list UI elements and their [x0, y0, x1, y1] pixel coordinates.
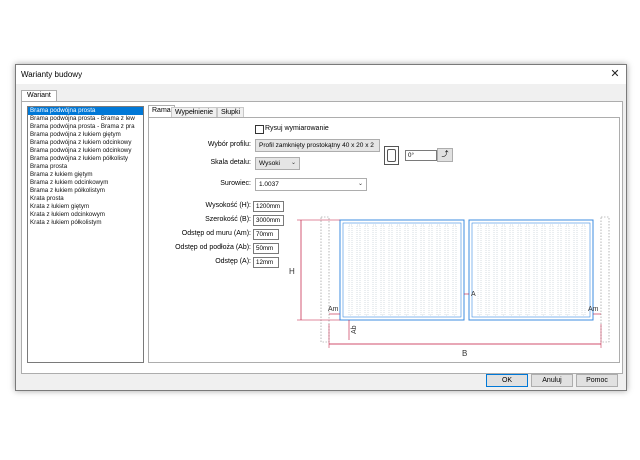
- gate-bar: [477, 224, 482, 316]
- gate-bar: [573, 224, 578, 316]
- list-item[interactable]: Brama podwójna prosta: [28, 107, 143, 115]
- gate-bar: [501, 224, 506, 316]
- gate-bar: [364, 224, 369, 316]
- gate-bar: [412, 224, 417, 316]
- height-dimension-label: H: [289, 267, 295, 276]
- height-input[interactable]: 1200mm: [253, 201, 284, 212]
- cancel-button[interactable]: Anuluj: [531, 374, 573, 387]
- gate-bar: [396, 224, 401, 316]
- width-dimension-label: B: [462, 349, 467, 358]
- profile-shape-icon: [384, 146, 399, 165]
- draw-dimensions-label: Rysuj wymiarowanie: [265, 125, 329, 132]
- chevron-down-icon: ⌄: [357, 181, 363, 187]
- left-gate-inner-frame: [342, 222, 462, 318]
- gate-bar: [485, 224, 490, 316]
- list-item[interactable]: Brama z łukiem giętym: [28, 171, 143, 179]
- variant-panel: Brama podwójna prosta Brama podwójna pros…: [21, 101, 623, 374]
- gate-bar: [509, 224, 514, 316]
- list-item[interactable]: Brama z łukiem odcinkowym: [28, 179, 143, 187]
- title-bar: Warianty budowy ✕: [16, 65, 626, 84]
- wall-gap-input[interactable]: 70mm: [253, 229, 279, 240]
- list-item[interactable]: Krata prosta: [28, 195, 143, 203]
- list-item[interactable]: Krata z łukiem odcinkowym: [28, 211, 143, 219]
- material-select[interactable]: 1.0037 ⌄: [255, 178, 367, 191]
- gate-bar: [541, 224, 546, 316]
- left-gate-leaf: [339, 219, 465, 321]
- gate-bar: [420, 224, 425, 316]
- gate-bar: [533, 224, 538, 316]
- list-item[interactable]: Brama podwójna z łukiem odcinkowy: [28, 147, 143, 155]
- angle-input[interactable]: 0°: [405, 150, 437, 161]
- gate-diagram: H B Am Am A Ab: [289, 216, 610, 358]
- gate-bar: [372, 224, 377, 316]
- right-gate-inner-frame: [471, 222, 591, 318]
- ok-button[interactable]: OK: [486, 374, 528, 387]
- gate-bar: [517, 224, 522, 316]
- material-label: Surowiec:: [220, 180, 251, 187]
- dialog-window: Warianty budowy ✕ Wariant Brama podwójna…: [15, 64, 627, 391]
- list-item[interactable]: Krata z łukiem giętym: [28, 203, 143, 211]
- gate-bar: [444, 224, 449, 316]
- gate-bar: [549, 224, 554, 316]
- gate-bar: [565, 224, 570, 316]
- profile-label: Wybór profilu:: [207, 141, 251, 148]
- height-label: Wysokość (H):: [205, 202, 251, 209]
- list-item[interactable]: Brama podwójna z łukiem giętym: [28, 131, 143, 139]
- gap-input[interactable]: 12mm: [253, 257, 279, 268]
- gap-label: Odstęp (A):: [215, 258, 251, 265]
- draw-dimensions-checkbox[interactable]: [255, 125, 264, 134]
- rotate-icon: ⤴: [441, 151, 449, 158]
- left-gate-bars: [348, 224, 457, 316]
- right-gate-leaf: [468, 219, 594, 321]
- profile-select[interactable]: Profil zamknięty prostokątny 40 x 20 x 2: [255, 139, 380, 152]
- rotate-button[interactable]: ⤴: [437, 148, 453, 162]
- detail-label: Skala detalu:: [210, 159, 251, 166]
- tab-wariant[interactable]: Wariant: [21, 90, 57, 101]
- list-item[interactable]: Brama prosta: [28, 163, 143, 171]
- gate-bar: [380, 224, 385, 316]
- gate-bar: [436, 224, 441, 316]
- list-item[interactable]: Brama podwójna prosta - Brama z lew: [28, 115, 143, 123]
- floor-gap-label: Odstęp od podłoża (Ab):: [175, 244, 251, 251]
- right-gate-bars: [477, 224, 586, 316]
- list-item[interactable]: Krata z łukiem półkolistym: [28, 219, 143, 227]
- gate-bar: [428, 224, 433, 316]
- material-value: 1.0037: [259, 181, 279, 188]
- wall-gap-right-label: Am: [588, 306, 599, 313]
- close-icon[interactable]: ✕: [609, 68, 621, 80]
- chevron-down-icon: ⌄: [290, 160, 296, 166]
- gate-bar: [404, 224, 409, 316]
- rama-panel: Rysuj wymiarowanie Wybór profilu: Profil…: [148, 117, 620, 363]
- floor-gap-dimension-label: Ab: [351, 325, 358, 334]
- left-post: [320, 216, 330, 343]
- list-item[interactable]: Brama z łukiem półkolistym: [28, 187, 143, 195]
- list-item[interactable]: Brama podwójna prosta - Brama z pra: [28, 123, 143, 131]
- detail-value: Wysoki: [259, 160, 280, 167]
- right-post: [600, 216, 610, 343]
- wall-gap-label: Odstęp od muru (Am):: [181, 230, 251, 237]
- width-label: Szerokość (B):: [205, 216, 251, 223]
- floor-gap-input[interactable]: 50mm: [253, 243, 279, 254]
- wall-gap-left-label: Am: [328, 306, 339, 313]
- gate-bar: [388, 224, 393, 316]
- gate-bar: [356, 224, 361, 316]
- variant-list[interactable]: Brama podwójna prosta Brama podwójna pros…: [27, 106, 144, 363]
- help-button[interactable]: Pomoc: [576, 374, 618, 387]
- gate-bar: [452, 224, 457, 316]
- gate-bar: [348, 224, 353, 316]
- gap-dimension-label: A: [471, 291, 476, 298]
- gate-bar: [581, 224, 586, 316]
- gate-bar: [493, 224, 498, 316]
- profile-value: Profil zamknięty prostokątny 40 x 20 x 2: [259, 142, 374, 149]
- gate-bar: [525, 224, 530, 316]
- width-input[interactable]: 3000mm: [253, 215, 284, 226]
- list-item[interactable]: Brama podwójna z łukiem półkolisty: [28, 155, 143, 163]
- detail-select[interactable]: Wysoki ⌄: [255, 157, 300, 170]
- list-item[interactable]: Brama podwójna z łukiem odcinkowy: [28, 139, 143, 147]
- gate-bar: [557, 224, 562, 316]
- window-title: Warianty budowy: [21, 70, 83, 79]
